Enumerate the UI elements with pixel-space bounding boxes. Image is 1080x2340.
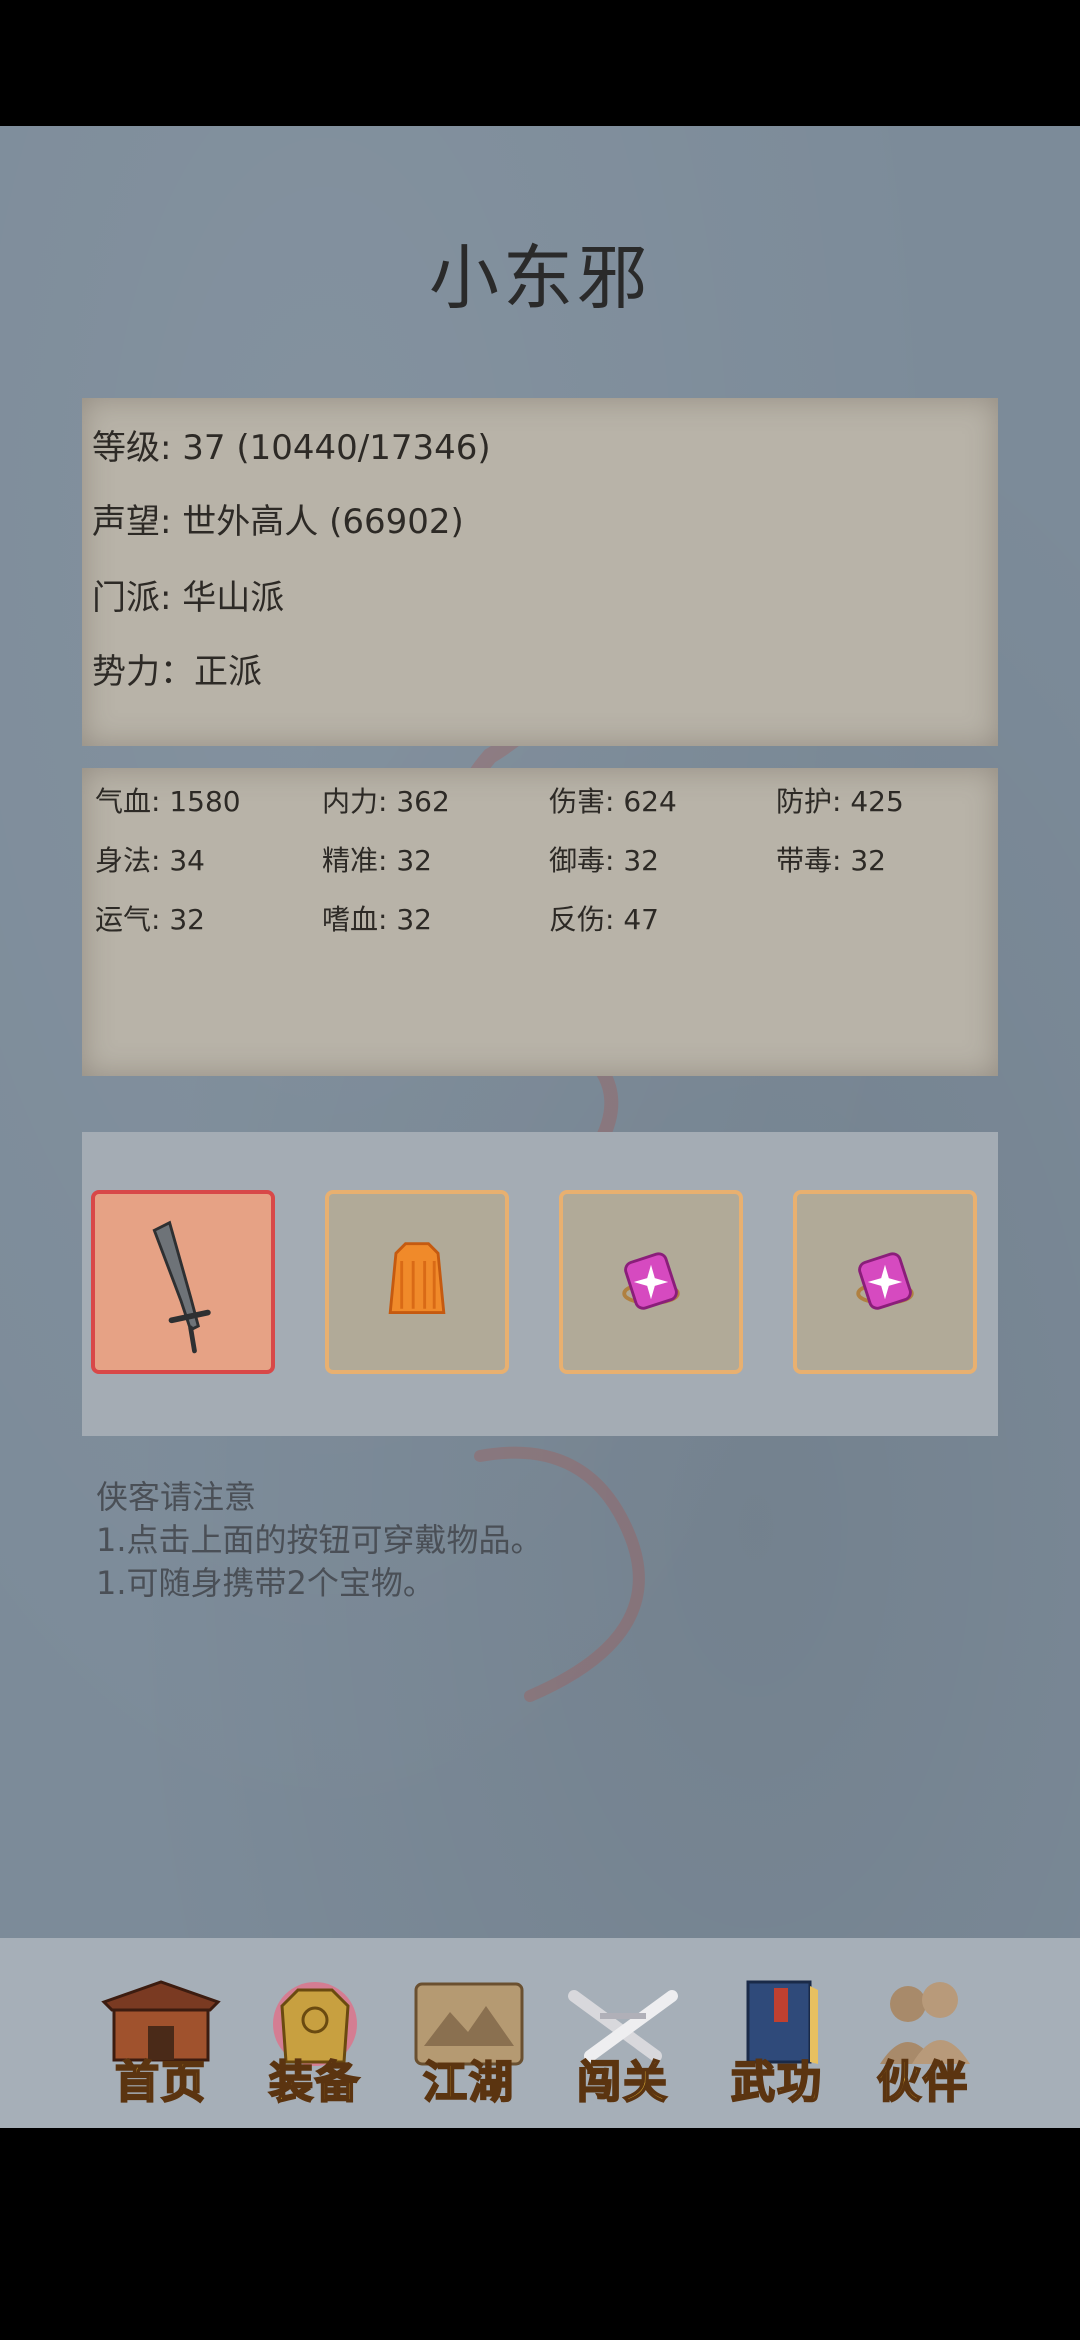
stat-defense: 防护: 425 [776,785,904,818]
nav-home[interactable]: 首页 [98,1976,224,2109]
stat-agility: 身法: 34 [95,844,205,877]
notice-line-2: 1.可随身携带2个宝物。 [96,1564,435,1602]
treasure-icon [856,1252,914,1310]
nav-home-label: 首页 [114,2056,207,2109]
nav-jianghu-label: 江湖 [422,2056,515,2109]
stat-internal-power: 内力: 362 [322,785,450,818]
nav-equipment[interactable]: 装备 [252,1976,378,2109]
character-info-panel: 等级: 37 (10440/17346) 声望: 世外高人 (66902) 门派… [82,398,998,746]
stat-lifesteal: 嗜血: 32 [322,903,432,936]
nav-martial-arts-label: 武功 [730,2056,823,2109]
sect-text: 门派: 华山派 [92,578,285,618]
stat-damage: 伤害: 624 [549,785,677,818]
stat-poison: 带毒: 32 [776,844,886,877]
equip-slot-weapon[interactable] [91,1190,275,1374]
equip-slot-treasure-1[interactable] [559,1190,743,1374]
equip-slot-armor[interactable] [325,1190,509,1374]
stat-reflect: 反伤: 47 [549,903,659,936]
notice-title: 侠客请注意 [96,1478,257,1516]
nav-jianghu[interactable]: 江湖 [406,1976,532,2109]
nav-martial-arts[interactable]: 武功 [714,1976,840,2109]
treasure-icon [622,1252,680,1310]
nav-equipment-label: 装备 [268,2056,361,2109]
stat-accuracy: 精准: 32 [322,844,432,877]
nav-partners-label: 伙伴 [876,2056,969,2109]
level-text: 等级: 37 (10440/17346) [92,428,491,468]
notice-line-1: 1.点击上面的按钮可穿戴物品。 [96,1521,543,1559]
faction-text: 势力：正派 [92,652,262,692]
equipment-panel [82,1132,998,1436]
armor-icon [388,1242,446,1315]
reputation-text: 声望: 世外高人 (66902) [92,502,464,542]
stat-hp: 气血: 1580 [95,785,241,818]
attributes-panel: 气血: 1580 内力: 362 伤害: 624 防护: 425 身法: 34 … [82,768,998,1076]
bottom-nav: 首页 装备 江湖 闯关 武功 伙伴 [0,1938,1080,2128]
sword-icon [152,1220,211,1354]
stat-poison-resist: 御毒: 32 [549,844,659,877]
equip-slot-treasure-2[interactable] [793,1190,977,1374]
nav-stages-label: 闯关 [576,2056,669,2109]
game-screen: 小东邪 等级: 37 (10440/17346) 声望: 世外高人 (66902… [0,126,1080,2128]
nav-partners[interactable]: 伙伴 [860,1976,986,2109]
notice-text: 侠客请注意 1.点击上面的按钮可穿戴物品。 1.可随身携带2个宝物。 [96,1476,543,1605]
stat-luck: 运气: 32 [95,903,205,936]
nav-stages[interactable]: 闯关 [560,1976,686,2109]
character-name: 小东邪 [429,237,651,319]
